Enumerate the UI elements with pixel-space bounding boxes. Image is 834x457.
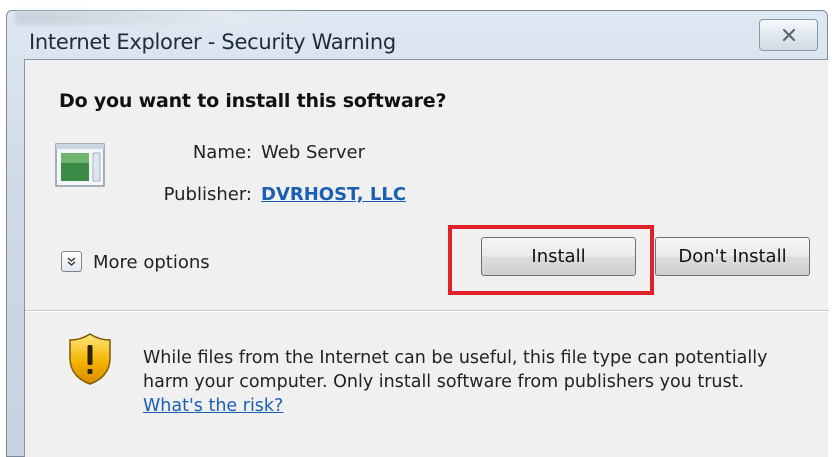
publisher-link[interactable]: DVRHOST, LLC bbox=[261, 184, 406, 205]
titlebar-blur bbox=[15, 11, 315, 25]
close-icon bbox=[782, 28, 795, 42]
whats-the-risk-link[interactable]: What's the risk? bbox=[143, 396, 283, 416]
warning-text: While files from the Internet can be use… bbox=[143, 348, 768, 392]
warning-message: While files from the Internet can be use… bbox=[143, 346, 803, 418]
name-value: Web Server bbox=[261, 142, 365, 163]
highlight-box bbox=[448, 225, 654, 295]
publisher-label: Publisher: bbox=[163, 184, 252, 205]
dont-install-button[interactable]: Don't Install bbox=[655, 237, 810, 276]
name-label: Name: bbox=[192, 142, 252, 163]
dialog-body: Do you want to install this software? Na… bbox=[24, 59, 829, 457]
divider bbox=[25, 310, 829, 312]
close-button[interactable] bbox=[759, 19, 818, 51]
warning-shield-icon bbox=[69, 333, 111, 385]
more-options-label[interactable]: More options bbox=[93, 252, 210, 273]
application-icon bbox=[55, 143, 105, 187]
window-title: Internet Explorer - Security Warning bbox=[29, 30, 396, 54]
more-options-toggle[interactable] bbox=[61, 251, 82, 272]
chevron-down-icon bbox=[67, 257, 76, 266]
install-question: Do you want to install this software? bbox=[59, 90, 447, 112]
